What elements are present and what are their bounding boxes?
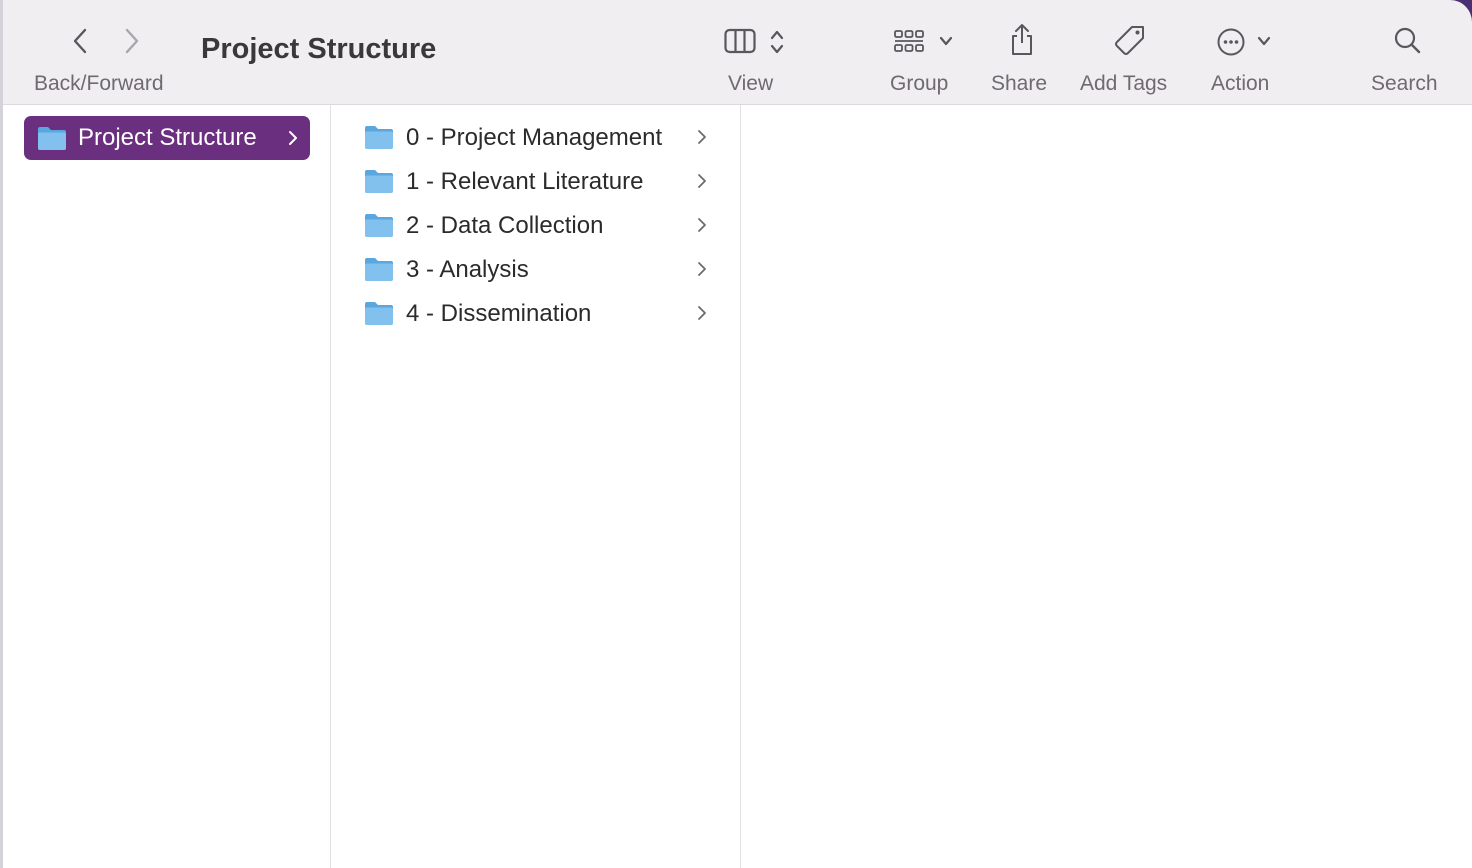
- finder-window: Back/Forward Project Structure View Grou…: [0, 0, 1472, 868]
- folder-icon: [365, 126, 393, 149]
- share-icon: [1008, 22, 1036, 63]
- folder-row[interactable]: 1 - Relevant Literature: [331, 159, 740, 203]
- folder-row[interactable]: 2 - Data Collection: [331, 203, 740, 247]
- window-title: Project Structure: [201, 33, 437, 65]
- view-label: View: [728, 72, 774, 95]
- folder-label: 2 - Data Collection: [406, 212, 604, 239]
- browser-column-2[interactable]: 0 - Project Management 1 - Relevant Lite…: [331, 105, 741, 868]
- chevron-down-icon: [1256, 34, 1272, 53]
- chevron-down-icon: [938, 34, 954, 53]
- action-label: Action: [1211, 72, 1270, 95]
- up-down-chevron-icon: [769, 28, 785, 61]
- chevron-right-icon: [698, 174, 706, 188]
- folder-icon: [365, 214, 393, 237]
- share-label: Share: [991, 72, 1048, 95]
- tag-icon: [1113, 24, 1147, 63]
- chevron-left-icon: [73, 28, 87, 54]
- search-label: Search: [1371, 72, 1438, 95]
- share-button[interactable]: Share: [988, 0, 1058, 104]
- folder-icon: [365, 170, 393, 193]
- folder-row[interactable]: 4 - Dissemination: [331, 291, 740, 335]
- search-button[interactable]: Search: [1363, 0, 1453, 104]
- chevron-right-icon: [698, 130, 706, 144]
- chevron-right-icon: [698, 306, 706, 320]
- ellipsis-circle-icon: [1216, 27, 1246, 62]
- columns-view-icon: [724, 28, 756, 59]
- chevron-right-icon: [698, 218, 706, 232]
- folder-label: 1 - Relevant Literature: [406, 168, 644, 195]
- back-forward-group: Back/Forward: [23, 0, 188, 104]
- folder-icon: [38, 127, 66, 150]
- chevron-right-icon: [289, 131, 297, 145]
- toolbar: Back/Forward Project Structure View Grou…: [3, 0, 1472, 105]
- group-button[interactable]: Group: [883, 0, 968, 104]
- forward-button[interactable]: [121, 26, 141, 61]
- action-button[interactable]: Action: [1203, 0, 1288, 104]
- chevron-right-icon: [698, 262, 706, 276]
- selected-folder-row[interactable]: Project Structure: [24, 116, 310, 160]
- folder-row[interactable]: 0 - Project Management: [331, 115, 740, 159]
- selected-folder-label: Project Structure: [78, 124, 257, 151]
- folder-label: 0 - Project Management: [406, 124, 663, 151]
- folder-icon: [365, 302, 393, 325]
- back-button[interactable]: [71, 26, 91, 61]
- folder-icon: [365, 258, 393, 281]
- add-tags-label: Add Tags: [1080, 72, 1168, 95]
- folder-label: 3 - Analysis: [406, 256, 529, 283]
- group-grid-icon: [894, 28, 924, 59]
- view-button[interactable]: View: [718, 0, 808, 104]
- group-label: Group: [890, 72, 949, 95]
- folder-label: 4 - Dissemination: [406, 300, 592, 327]
- add-tags-button[interactable]: Add Tags: [1078, 0, 1183, 104]
- chevron-right-icon: [125, 28, 139, 54]
- browser-column-3[interactable]: [741, 105, 1472, 868]
- search-icon: [1393, 26, 1423, 61]
- back-forward-label: Back/Forward: [34, 72, 164, 95]
- folder-row[interactable]: 3 - Analysis: [331, 247, 740, 291]
- browser-column-1[interactable]: Project Structure: [3, 105, 331, 868]
